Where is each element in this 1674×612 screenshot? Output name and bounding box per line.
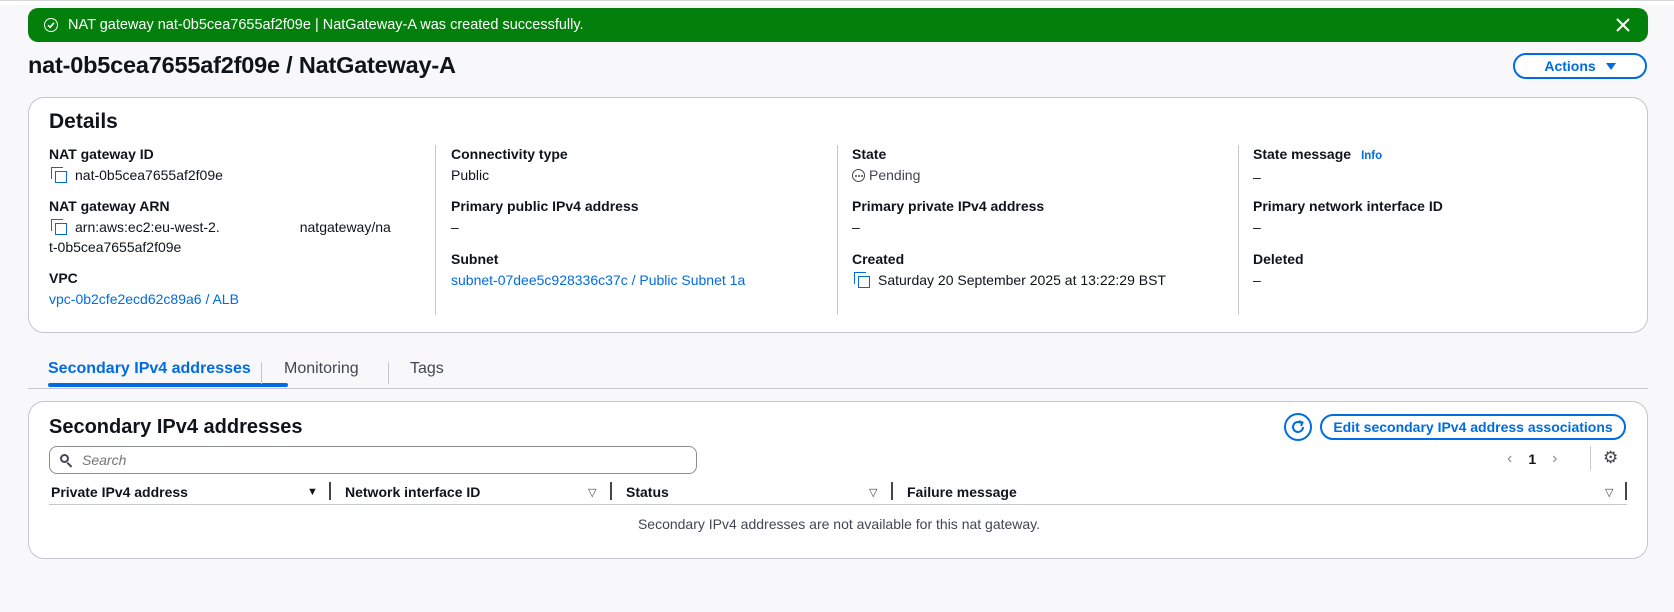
gear-icon[interactable]: ⚙	[1603, 448, 1618, 468]
column-resize-handle[interactable]	[329, 482, 331, 500]
pending-icon	[852, 169, 865, 182]
flash-message: NAT gateway nat-0b5cea7655af2f09e | NatG…	[68, 17, 584, 33]
subnet-label: Subnet	[451, 251, 499, 267]
primary-network-interface-value: –	[1253, 219, 1261, 235]
divider	[1590, 446, 1591, 470]
nat-gateway-id-value: nat-0b5cea7655af2f09e	[75, 167, 223, 183]
state-message-value: –	[1253, 169, 1261, 185]
success-check-icon	[44, 18, 58, 32]
sort-icon[interactable]: ▽	[869, 486, 877, 499]
tab-monitoring[interactable]: Monitoring	[284, 360, 359, 378]
details-column-3: State Pending Primary private IPv4 addre…	[852, 145, 1238, 313]
tab-divider	[388, 362, 389, 384]
actions-label: Actions	[1544, 58, 1596, 74]
sort-icon[interactable]: ▼	[307, 486, 318, 498]
primary-private-ipv4-value: –	[852, 219, 860, 235]
column-header-status[interactable]: Status	[626, 484, 669, 500]
tab-divider	[261, 362, 262, 384]
details-column-1: NAT gateway ID nat-0b5cea7655af2f09e NAT…	[49, 145, 435, 313]
search-icon	[60, 454, 72, 466]
column-header-network-interface-id[interactable]: Network interface ID	[345, 484, 480, 500]
info-link[interactable]: Info	[1361, 150, 1382, 162]
connectivity-type-value: Public	[451, 167, 490, 183]
column-header-private-ipv4[interactable]: Private IPv4 address	[51, 484, 188, 500]
redacted-area	[219, 218, 300, 232]
connectivity-type-label: Connectivity type	[451, 146, 568, 162]
nat-gateway-arn-label: NAT gateway ARN	[49, 198, 170, 214]
refresh-button[interactable]	[1284, 413, 1312, 441]
table-header: Private IPv4 address ▼ Network interface…	[49, 482, 1627, 505]
nat-gateway-id-field: NAT gateway ID nat-0b5cea7655af2f09e	[49, 145, 223, 185]
vpc-link[interactable]: vpc-0b2cfe2ecd62c89a6 / ALB	[49, 291, 239, 307]
nat-gateway-arn-field: NAT gateway ARN arn:aws:ec2:eu-west-2. na…	[49, 197, 429, 257]
tab-tags[interactable]: Tags	[410, 360, 444, 378]
search-field[interactable]	[49, 446, 697, 474]
copy-icon[interactable]	[51, 167, 69, 183]
empty-state-message: Secondary IPv4 addresses are not availab…	[637, 516, 1041, 532]
column-divider	[1238, 145, 1239, 315]
top-border	[0, 0, 1674, 5]
primary-public-ipv4-value: –	[451, 219, 459, 235]
success-flashbar: NAT gateway nat-0b5cea7655af2f09e | NatG…	[28, 8, 1648, 42]
state-label: State	[852, 146, 887, 162]
column-divider	[435, 145, 436, 315]
column-header-failure-message[interactable]: Failure message	[907, 484, 1017, 500]
subnet-link[interactable]: subnet-07dee5c928336c37c / Public Subnet…	[451, 272, 745, 288]
edit-secondary-ipv4-button[interactable]: Edit secondary IPv4 address associations	[1320, 414, 1626, 440]
created-label: Created	[852, 251, 905, 267]
tab-list: Secondary IPv4 addresses Monitoring Tags	[28, 352, 1648, 389]
tab-secondary-ipv4[interactable]: Secondary IPv4 addresses	[48, 360, 251, 378]
column-divider	[837, 145, 838, 315]
details-column-2: Connectivity type Public Primary public …	[451, 145, 837, 313]
column-resize-handle[interactable]	[891, 482, 893, 500]
actions-button[interactable]: Actions	[1513, 53, 1647, 79]
vpc-label: VPC	[49, 270, 78, 286]
close-icon[interactable]	[1612, 14, 1634, 36]
details-column-4: State message Info – Primary network inte…	[1253, 145, 1633, 313]
copy-icon[interactable]	[51, 219, 69, 235]
nat-gateway-id-label: NAT gateway ID	[49, 146, 154, 162]
nat-gateway-arn-suffix: natgateway/na	[299, 219, 391, 235]
deleted-label: Deleted	[1253, 251, 1304, 267]
chevron-right-icon[interactable]: ›	[1552, 450, 1557, 468]
created-value: Saturday 20 September 2025 at 13:22:29 B…	[878, 272, 1166, 288]
search-input[interactable]	[80, 451, 644, 469]
sort-icon[interactable]: ▽	[588, 486, 596, 499]
secondary-ipv4-panel: Secondary IPv4 addresses Edit secondary …	[28, 401, 1648, 559]
vpc-field: VPC vpc-0b2cfe2ecd62c89a6 / ALB	[49, 269, 239, 309]
refresh-icon	[1292, 420, 1304, 433]
nat-gateway-arn-line2: t-0b5cea7655af2f09e	[49, 239, 182, 255]
caret-down-icon	[1605, 62, 1616, 70]
copy-icon[interactable]	[854, 272, 872, 288]
page-number[interactable]: 1	[1528, 451, 1536, 467]
column-resize-handle[interactable]	[610, 482, 612, 500]
active-tab-indicator	[48, 383, 288, 387]
state-value: Pending	[869, 167, 921, 183]
primary-network-interface-label: Primary network interface ID	[1253, 198, 1443, 214]
page-title: nat-0b5cea7655af2f09e / NatGateway-A	[28, 52, 456, 78]
column-resize-handle[interactable]	[1625, 482, 1627, 500]
chevron-left-icon[interactable]: ‹	[1507, 450, 1512, 468]
primary-public-ipv4-label: Primary public IPv4 address	[451, 198, 639, 214]
details-heading: Details	[49, 110, 118, 133]
state-message-label: State message	[1253, 146, 1352, 162]
details-panel: Details NAT gateway ID nat-0b5cea7655af2…	[28, 97, 1648, 333]
deleted-value: –	[1253, 272, 1261, 288]
nat-gateway-arn-prefix: arn:aws:ec2:eu-west-2.	[75, 219, 220, 235]
sort-icon[interactable]: ▽	[1605, 486, 1613, 499]
secondary-heading: Secondary IPv4 addresses	[49, 416, 303, 438]
primary-private-ipv4-label: Primary private IPv4 address	[852, 198, 1045, 214]
pagination: ‹ 1 ›	[1507, 450, 1557, 468]
